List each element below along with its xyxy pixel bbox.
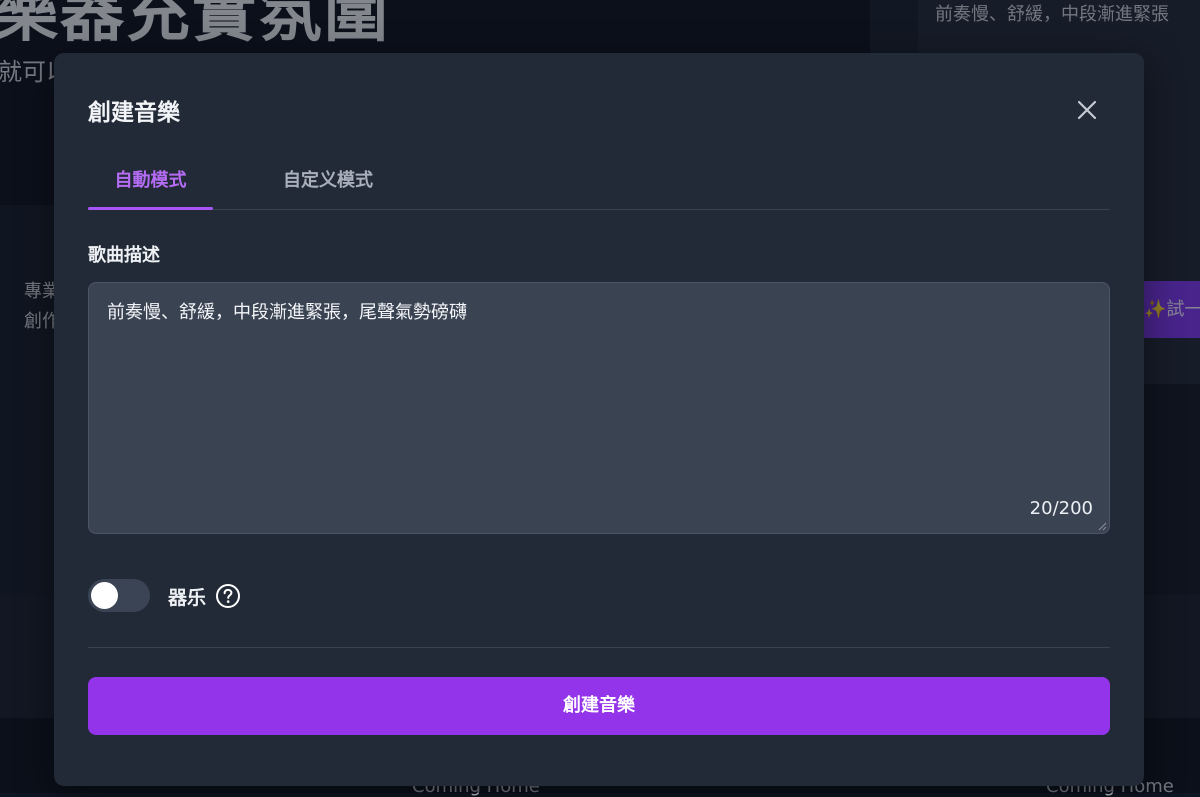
close-icon xyxy=(1077,100,1097,120)
song-description-value: 前奏慢、舒緩，中段漸進緊張，尾聲氣勢磅礴 xyxy=(107,302,467,323)
song-description-input[interactable]: 前奏慢、舒緩，中段漸進緊張，尾聲氣勢磅礴 20/200 xyxy=(88,282,1110,534)
instrumental-row: 器乐 xyxy=(88,579,488,613)
close-button[interactable] xyxy=(1072,95,1102,125)
create-music-button[interactable]: 創建音樂 xyxy=(88,677,1110,735)
dialog-title: 創建音樂 xyxy=(88,100,180,126)
instrumental-label: 器乐 xyxy=(168,587,207,609)
question-circle-icon[interactable] xyxy=(215,583,241,609)
toggle-knob xyxy=(91,582,118,609)
tab-custom-mode[interactable]: 自定义模式 xyxy=(283,167,379,209)
mode-tabs: 自動模式 自定义模式 xyxy=(88,167,1110,210)
character-count: 20/200 xyxy=(1029,498,1093,519)
divider xyxy=(88,647,1110,648)
instrumental-toggle[interactable] xyxy=(88,579,150,612)
create-music-dialog: 創建音樂 自動模式 自定义模式 歌曲描述 前奏慢、舒緩，中段漸進緊張，尾聲氣勢磅… xyxy=(54,53,1144,786)
resize-handle-icon[interactable] xyxy=(1098,522,1107,531)
song-description-label: 歌曲描述 xyxy=(88,245,160,266)
tab-auto-mode[interactable]: 自動模式 xyxy=(88,167,213,210)
